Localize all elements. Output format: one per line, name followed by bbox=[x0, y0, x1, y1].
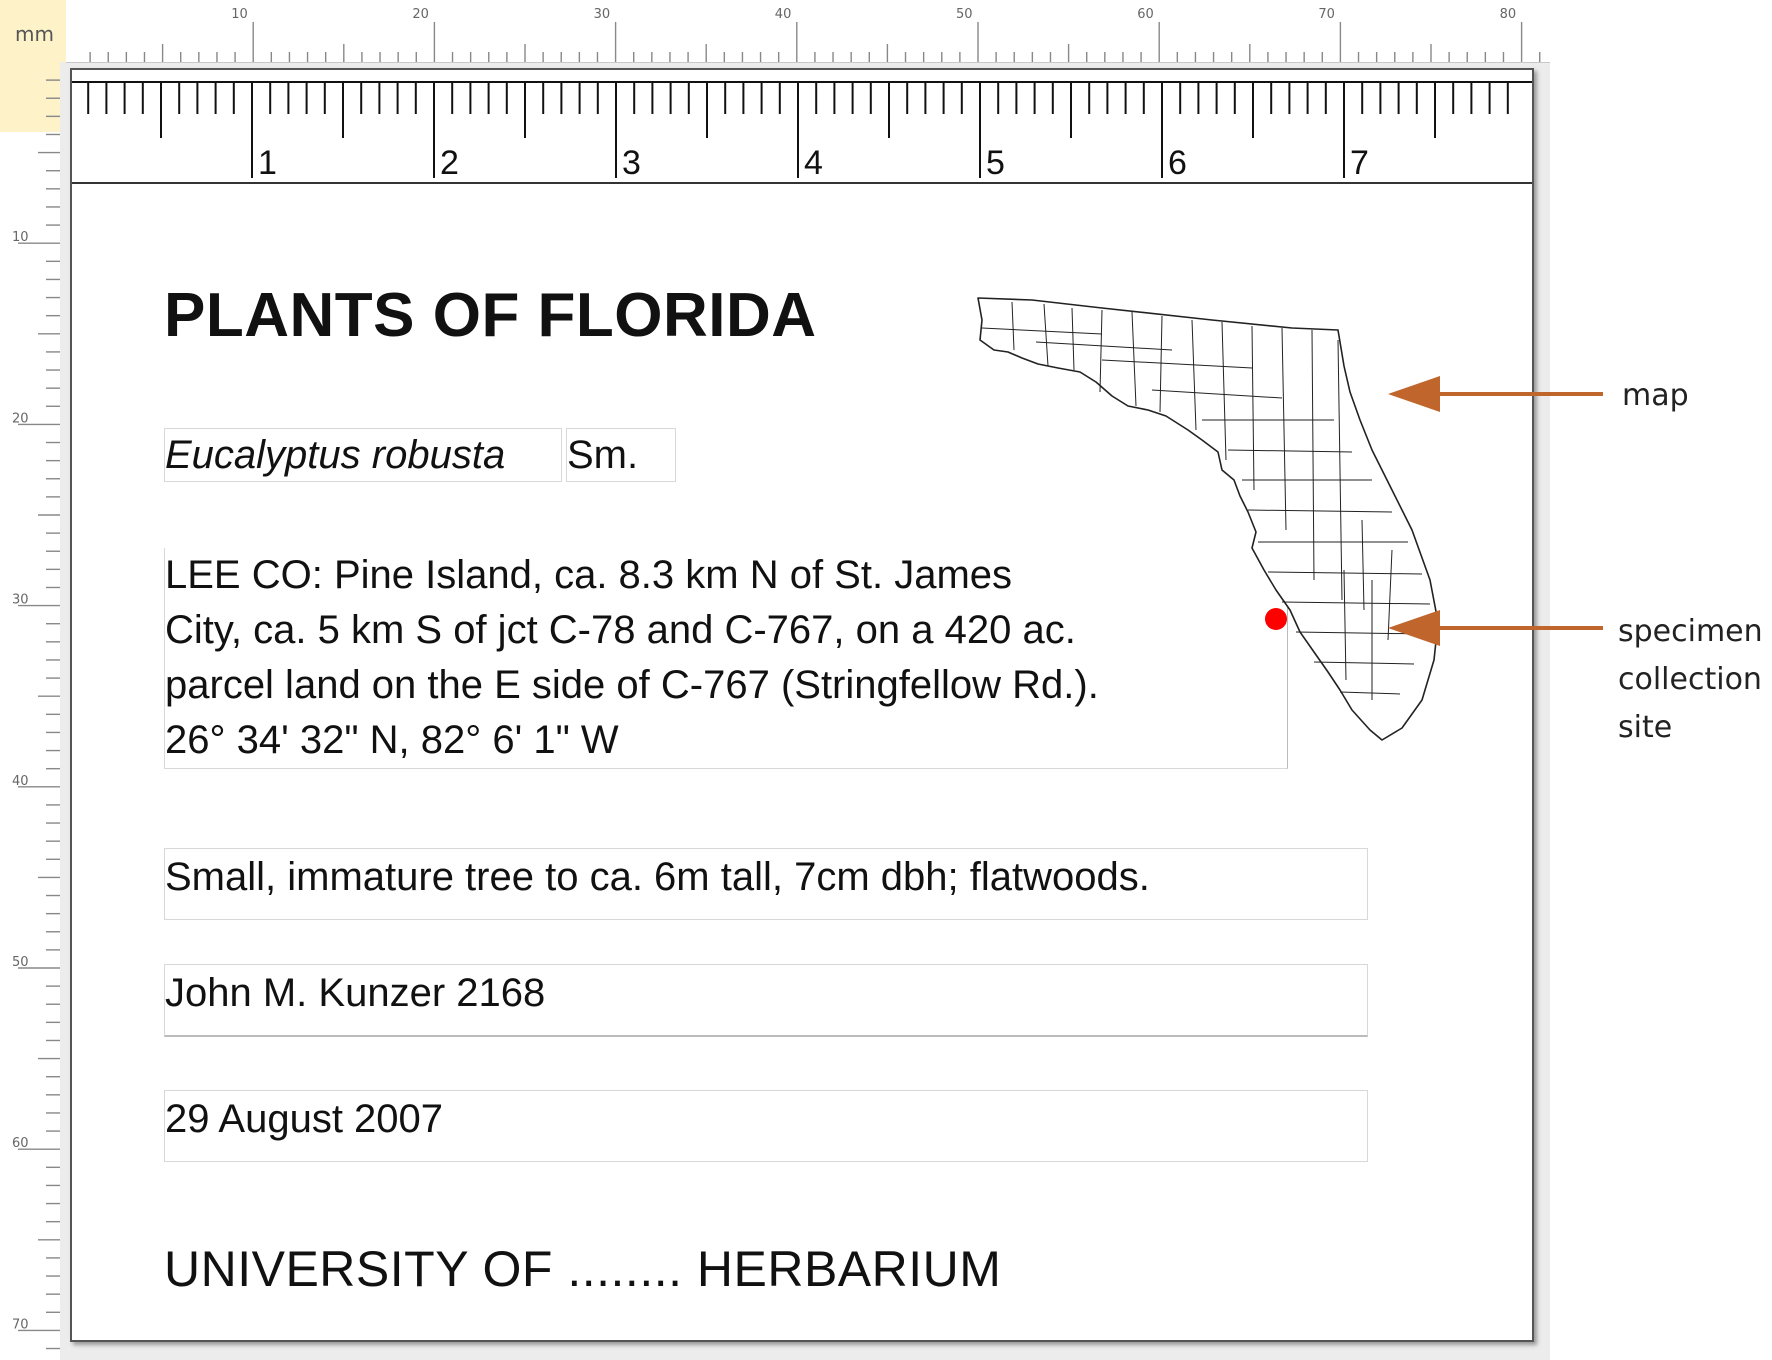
annotation-arrows bbox=[1388, 376, 1603, 646]
site-annotation-line: specimen bbox=[1618, 614, 1763, 649]
map-annotation: map bbox=[1622, 378, 1689, 413]
map-arrow-head bbox=[1388, 376, 1440, 412]
site-annotation-line: collection bbox=[1618, 662, 1762, 697]
site-annotation-line: site bbox=[1618, 710, 1673, 745]
site-arrow-head bbox=[1388, 610, 1440, 646]
site-annotation: specimen collection site bbox=[1618, 608, 1763, 752]
